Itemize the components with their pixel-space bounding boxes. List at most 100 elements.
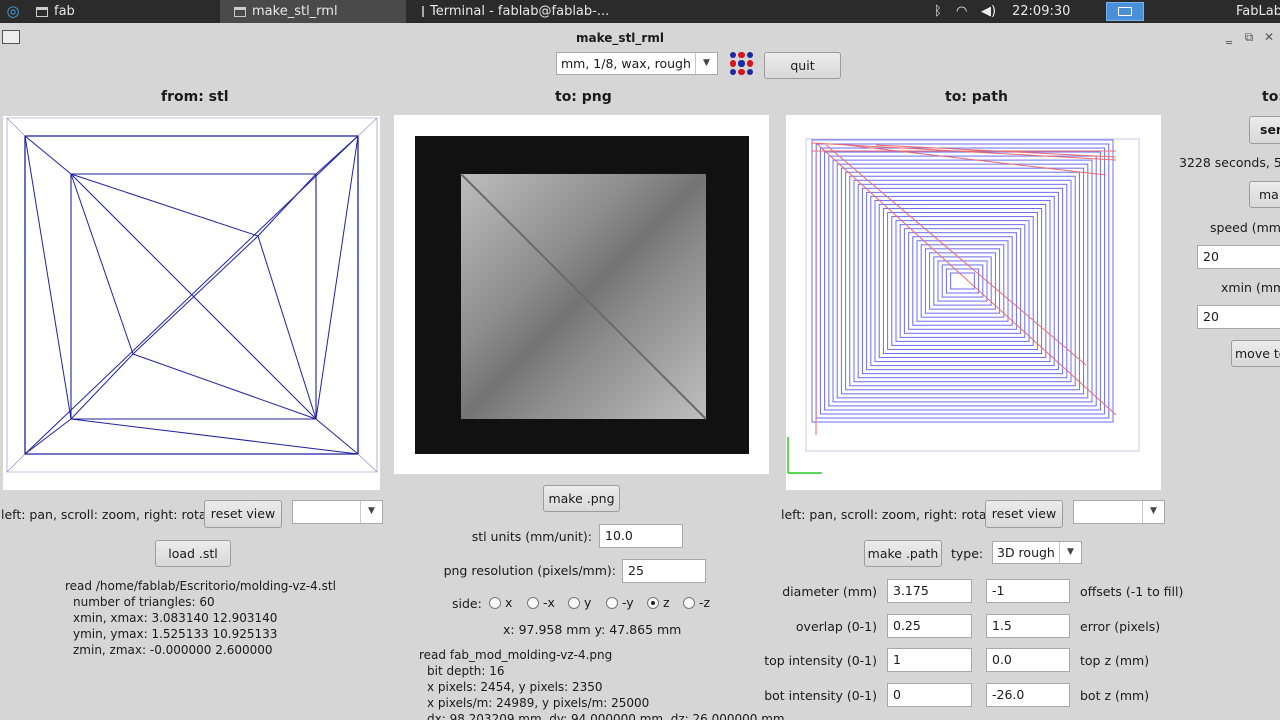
png-info-line: read fab_mod_molding-vz-4.png <box>419 648 613 662</box>
toolpath-ring <box>866 191 1059 371</box>
move-to-button[interactable]: move to <box>1231 340 1280 367</box>
xmin-label: xmin (mm) <box>1221 280 1280 295</box>
png-info-line: x pixels/m: 24989, y pixels/m: 25000 <box>427 696 650 710</box>
make-png-button[interactable]: make .png <box>543 485 620 512</box>
side-radio-x[interactable]: x <box>489 595 512 610</box>
path-type-select[interactable]: 3D rough ▼ <box>992 541 1082 564</box>
wifi-icon[interactable]: ◠ <box>956 0 967 23</box>
toolpath-ring <box>895 220 1030 342</box>
top-z-input[interactable]: 0.0 <box>986 648 1070 672</box>
toolpath-ring <box>811 139 1114 423</box>
radio-dot <box>683 596 695 609</box>
time-estimate: 3228 seconds, 53.8 <box>1179 155 1280 170</box>
radio-label: x <box>505 595 513 610</box>
stl-info-line: number of triangles: 60 <box>73 595 215 609</box>
png-info-line: dx: 98.203209 mm, dy: 94.000000 mm, dz: … <box>427 712 785 720</box>
window-title: make_stl_rml <box>576 31 664 45</box>
png-info: read fab_mod_molding-vz-4.png bit depth:… <box>419 647 785 720</box>
stl-view[interactable] <box>3 116 380 490</box>
toolpath-ring <box>815 143 1110 419</box>
toolpath-ring <box>840 167 1085 395</box>
diameter-label: diameter (mm) <box>782 584 877 599</box>
offsets-input[interactable]: -1 <box>986 579 1070 603</box>
stl-units-input[interactable]: 10.0 <box>599 524 683 548</box>
path-header: to: path <box>945 89 1008 105</box>
side-radio-z[interactable]: z <box>647 595 670 610</box>
radio-dot <box>568 596 580 609</box>
taskbar-window-label: make_stl_rml <box>252 4 338 19</box>
rml-header: to: <box>1262 89 1280 105</box>
radio-dot <box>606 596 618 609</box>
radio-dot <box>527 596 539 609</box>
png-info-line: bit depth: 16 <box>427 664 505 678</box>
bot-intensity-label: bot intensity (0-1) <box>764 688 877 703</box>
radio-label: z <box>663 595 670 610</box>
toolpath-ring <box>937 260 988 302</box>
toolpath-ring <box>824 151 1101 411</box>
stl-view-hint: left: pan, scroll: zoom, right: rotate <box>1 507 220 522</box>
close-icon[interactable]: ✕ <box>1262 30 1276 44</box>
png-view <box>394 115 769 474</box>
taskbar: ◎ fab make_stl_rml Terminal - fablab@fab… <box>0 0 1280 23</box>
taskbar-window-fab[interactable]: fab <box>22 0 218 23</box>
toolpath-ring <box>941 264 984 298</box>
taskbar-window-terminal[interactable]: Terminal - fablab@fablab-... <box>408 0 610 23</box>
quit-button[interactable]: quit <box>764 52 841 79</box>
path-view-hint: left: pan, scroll: zoom, right: rotate <box>781 507 1000 522</box>
chevron-down-icon: ▼ <box>695 53 717 74</box>
path-reset-view-button[interactable]: reset view <box>985 500 1063 528</box>
offsets-label: offsets (-1 to fill) <box>1080 584 1184 599</box>
send-button[interactable]: sen <box>1249 116 1280 144</box>
bot-z-input[interactable]: -26.0 <box>986 683 1070 707</box>
diameter-input[interactable]: 3.175 <box>887 579 972 603</box>
maximize-icon[interactable]: ⧉ <box>1242 30 1256 44</box>
volume-icon[interactable]: ◀) <box>981 0 996 23</box>
speed-label: speed (mm/s <box>1210 220 1280 235</box>
stl-info-line: ymin, ymax: 1.525133 10.925133 <box>73 627 278 641</box>
user-menu[interactable]: FabLab <box>1236 0 1280 23</box>
stl-reset-view-button[interactable]: reset view <box>204 500 282 528</box>
toolpath-ring <box>882 208 1043 354</box>
error-input[interactable]: 1.5 <box>986 614 1070 638</box>
radio-dot <box>489 596 501 609</box>
overlap-label: overlap (0-1) <box>795 619 877 634</box>
top-intensity-label: top intensity (0-1) <box>764 653 877 668</box>
toolpath-ring <box>908 232 1017 330</box>
xmin-input[interactable]: 20 <box>1197 305 1280 329</box>
stl-view-select[interactable]: ▼ <box>292 500 383 524</box>
make-rml-button[interactable]: mak <box>1249 181 1280 208</box>
bot-intensity-input[interactable]: 0 <box>887 683 972 707</box>
process-select[interactable]: mm, 1/8, wax, rough ▼ <box>556 52 718 75</box>
load-stl-button[interactable]: load .stl <box>155 540 231 567</box>
side-radio-neg-x[interactable]: -x <box>527 595 555 610</box>
chevron-down-icon: ▼ <box>1142 501 1164 523</box>
terminal-icon <box>422 6 424 17</box>
png-header: to: png <box>555 89 612 105</box>
side-radio-y[interactable]: y <box>568 595 591 610</box>
path-view[interactable] <box>786 115 1161 490</box>
path-view-select[interactable]: ▼ <box>1073 500 1165 524</box>
taskbar-window-label: Terminal - fablab@fablab-... <box>430 4 610 19</box>
bluetooth-icon[interactable]: ᛒ <box>934 0 942 23</box>
stl-units-label: stl units (mm/unit): <box>471 529 592 544</box>
window-icon <box>36 6 48 17</box>
workspace-switcher[interactable] <box>1106 2 1144 21</box>
toolpath-ring <box>912 236 1013 326</box>
side-radio-neg-z[interactable]: -z <box>683 595 710 610</box>
png-heightmap <box>415 136 749 454</box>
start-menu-icon[interactable]: ◎ <box>3 0 23 23</box>
window-icon <box>234 6 246 17</box>
minimize-icon[interactable]: ‗ <box>1222 30 1236 44</box>
speed-input[interactable]: 20 <box>1197 245 1280 269</box>
stl-info: read /home/fablab/Escritorio/molding-vz-… <box>65 578 336 658</box>
make-path-button[interactable]: make .path <box>864 540 942 567</box>
overlap-input[interactable]: 0.25 <box>887 614 972 638</box>
taskbar-window-make-stl-rml[interactable]: make_stl_rml <box>220 0 406 23</box>
side-radio-neg-y[interactable]: -y <box>606 595 634 610</box>
top-intensity-input[interactable]: 1 <box>887 648 972 672</box>
png-info-line: x pixels: 2454, y pixels: 2350 <box>427 680 603 694</box>
clock[interactable]: 22:09:30 <box>1012 0 1070 23</box>
png-resolution-input[interactable]: 25 <box>622 559 706 583</box>
toolpath-ring <box>924 248 1001 314</box>
taskbar-window-label: fab <box>54 4 75 19</box>
